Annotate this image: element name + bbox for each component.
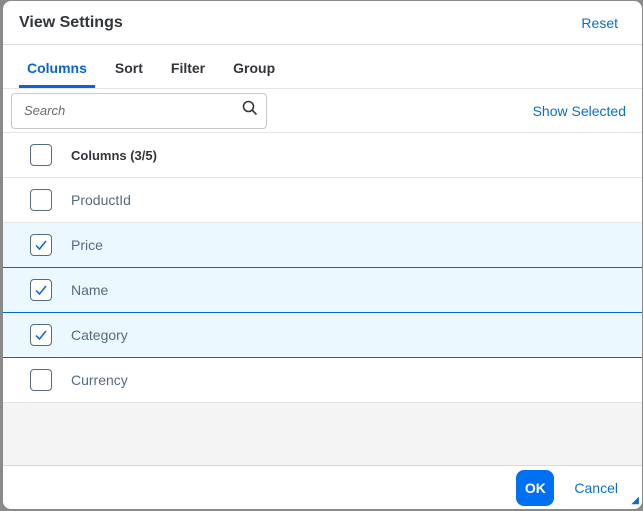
list-item[interactable]: Name [3, 268, 642, 313]
dialog-header: View Settings Reset [3, 1, 642, 45]
cancel-button[interactable]: Cancel [574, 480, 618, 496]
checkbox[interactable] [30, 369, 52, 391]
tab-bar: Columns Sort Filter Group [3, 45, 642, 89]
tab-columns[interactable]: Columns [19, 60, 95, 88]
view-settings-dialog: View Settings Reset Columns Sort Filter … [3, 1, 642, 509]
checkmark-icon [35, 285, 47, 296]
search-field[interactable] [11, 92, 267, 129]
tab-group[interactable]: Group [225, 60, 283, 88]
toolbar: Show Selected [3, 89, 642, 133]
checkbox[interactable] [30, 324, 52, 346]
columns-list: Columns (3/5) ProductId Price Name Category… [3, 133, 642, 403]
checkmark-icon [35, 240, 47, 251]
dialog-footer: OK Cancel [3, 465, 642, 509]
reset-button[interactable]: Reset [581, 15, 618, 31]
checkmark-icon [35, 330, 47, 341]
list-item-label: Name [71, 282, 109, 298]
dialog-title: View Settings [19, 13, 123, 31]
checkbox[interactable] [30, 234, 52, 256]
checkbox[interactable] [30, 279, 52, 301]
select-all-row[interactable]: Columns (3/5) [3, 133, 642, 178]
list-item[interactable]: Price [3, 223, 642, 268]
checkbox[interactable] [30, 189, 52, 211]
list-item[interactable]: ProductId [3, 178, 642, 223]
search-input[interactable] [24, 103, 224, 118]
list-item-label: Price [71, 237, 103, 253]
select-all-checkbox[interactable] [30, 144, 52, 166]
tab-filter[interactable]: Filter [163, 60, 213, 88]
ok-button[interactable]: OK [516, 469, 555, 506]
list-header-label: Columns (3/5) [71, 147, 157, 163]
show-selected-button[interactable]: Show Selected [533, 103, 626, 119]
search-icon[interactable] [242, 100, 258, 121]
list-item-label: ProductId [71, 192, 131, 208]
empty-area [3, 403, 642, 465]
list-item-label: Currency [71, 372, 128, 388]
list-item[interactable]: Currency [3, 358, 642, 403]
resize-handle-icon[interactable]: ◢ [631, 495, 639, 506]
list-item-label: Category [71, 327, 128, 343]
tab-sort[interactable]: Sort [107, 60, 151, 88]
list-item[interactable]: Category [3, 313, 642, 358]
